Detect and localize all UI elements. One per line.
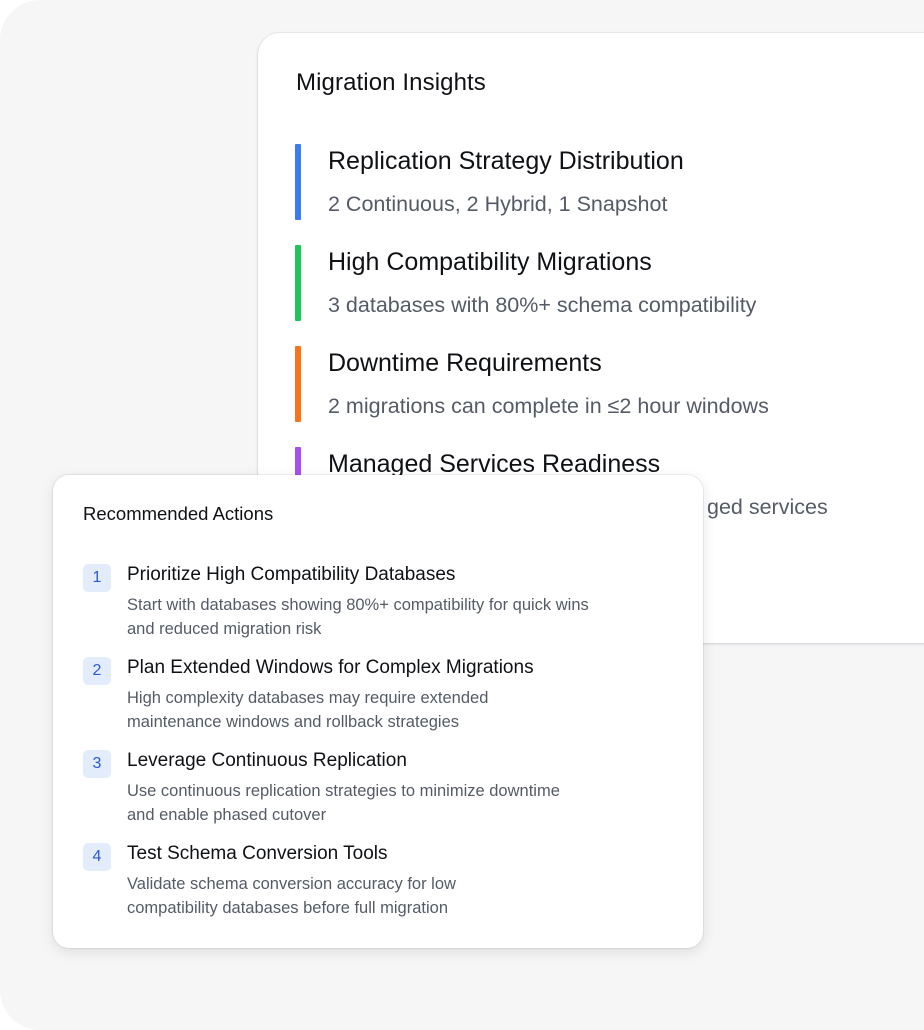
- action-title: Plan Extended Windows for Complex Migrat…: [127, 657, 534, 678]
- action-title: Test Schema Conversion Tools: [127, 843, 388, 864]
- backdrop: Migration Insights Replication Strategy …: [0, 0, 924, 1030]
- insight-replication-strategy: Replication Strategy Distribution 2 Cont…: [295, 144, 915, 220]
- action-description-line: Use continuous replication strategies to…: [127, 782, 560, 800]
- insight-high-compatibility: High Compatibility Migrations 3 database…: [295, 245, 915, 321]
- insight-description: 2 migrations can complete in ≤2 hour win…: [328, 394, 769, 418]
- action-description-line: and enable phased cutover: [127, 806, 327, 824]
- insight-title: High Compatibility Migrations: [328, 248, 652, 276]
- action-item: 3 Leverage Continuous Replication Use co…: [83, 750, 683, 830]
- action-item: 4 Test Schema Conversion Tools Validate …: [83, 843, 683, 923]
- action-title: Prioritize High Compatibility Databases: [127, 564, 456, 585]
- actions-title: Recommended Actions: [83, 503, 274, 524]
- insight-description: 2 Continuous, 2 Hybrid, 1 Snapshot: [328, 192, 668, 216]
- insight-downtime-requirements: Downtime Requirements 2 migrations can c…: [295, 346, 915, 422]
- action-item: 2 Plan Extended Windows for Complex Migr…: [83, 657, 683, 737]
- action-description: Validate schema conversion accuracy for …: [127, 872, 657, 920]
- action-description-line: High complexity databases may require ex…: [127, 689, 489, 707]
- action-title: Leverage Continuous Replication: [127, 750, 407, 771]
- action-number-badge: 3: [83, 750, 111, 778]
- action-description: Start with databases showing 80%+ compat…: [127, 593, 657, 641]
- action-description-line: compatibility databases before full migr…: [127, 899, 449, 917]
- action-description-line: and reduced migration risk: [127, 620, 322, 638]
- action-item: 1 Prioritize High Compatibility Database…: [83, 564, 683, 644]
- insight-accent-bar: [295, 245, 301, 321]
- action-number-badge: 1: [83, 564, 111, 592]
- insight-description: ged services: [707, 495, 828, 519]
- insight-title: Replication Strategy Distribution: [328, 147, 684, 175]
- insight-description: 3 databases with 80%+ schema compatibili…: [328, 293, 757, 317]
- action-description: High complexity databases may require ex…: [127, 686, 657, 734]
- action-description-line: maintenance windows and rollback strateg…: [127, 713, 460, 731]
- insight-accent-bar: [295, 144, 301, 220]
- action-number-badge: 2: [83, 657, 111, 685]
- action-number-badge: 4: [83, 843, 111, 871]
- action-description-line: Start with databases showing 80%+ compat…: [127, 596, 589, 614]
- insights-title: Migration Insights: [296, 69, 486, 96]
- recommended-actions-card: Recommended Actions 1 Prioritize High Co…: [53, 475, 703, 948]
- insight-title: Downtime Requirements: [328, 349, 602, 377]
- action-description: Use continuous replication strategies to…: [127, 779, 657, 827]
- insight-accent-bar: [295, 346, 301, 422]
- action-description-line: Validate schema conversion accuracy for …: [127, 875, 456, 893]
